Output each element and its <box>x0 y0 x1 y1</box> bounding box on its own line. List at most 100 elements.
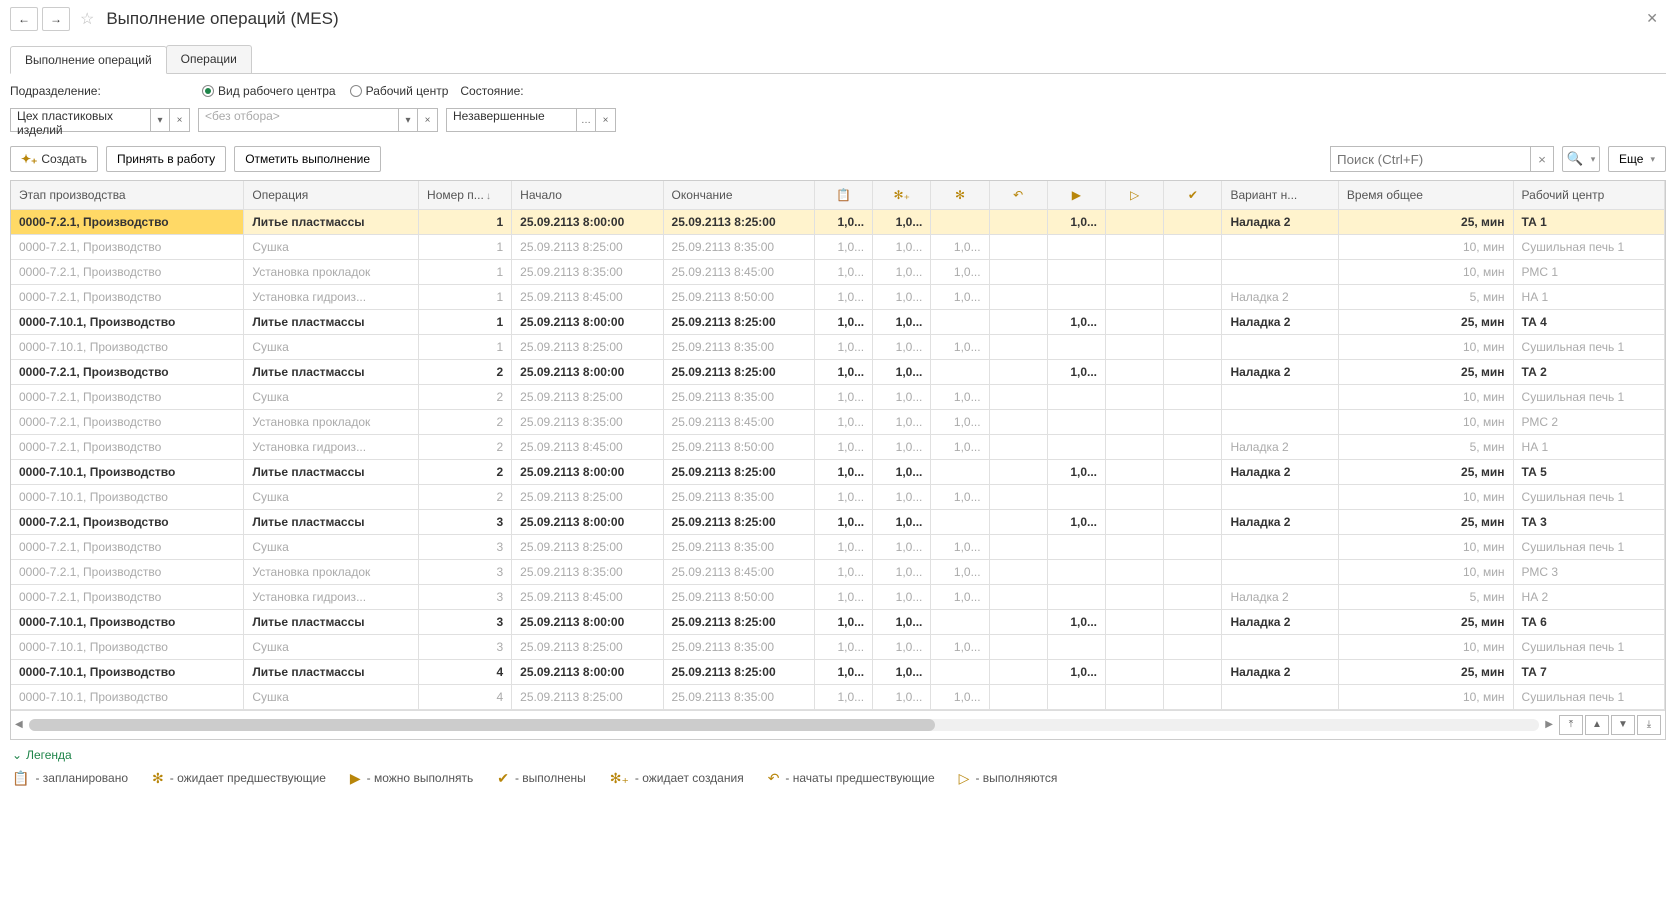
cell-time: 25, мин <box>1338 209 1513 234</box>
filter-clear-icon[interactable]: × <box>418 108 438 132</box>
search-input[interactable] <box>1330 146 1530 172</box>
back-button[interactable]: ← <box>10 7 38 31</box>
table-row[interactable]: 0000-7.2.1, ПроизводствоУстановка прокла… <box>11 259 1665 284</box>
create-button[interactable]: ✦₊ Создать <box>10 146 98 172</box>
legend-item: 📋- запланировано <box>12 770 128 787</box>
table-row[interactable]: 0000-7.10.1, ПроизводствоЛитье пластмасс… <box>11 309 1665 334</box>
cell-c2: 1,0... <box>873 409 931 434</box>
state-more-icon[interactable]: … <box>576 108 596 132</box>
radio-work-center-type[interactable]: Вид рабочего центра <box>202 84 336 98</box>
scroll-left-icon[interactable]: ◀ <box>15 719 23 730</box>
state-input[interactable]: Незавершенные <box>446 108 576 132</box>
col-done-icon[interactable]: ✔ <box>1164 181 1222 209</box>
col-can-run-icon[interactable]: ▶ <box>1047 181 1105 209</box>
legend-item: ▷- выполняются <box>959 770 1058 787</box>
cell-c2: 1,0... <box>873 559 931 584</box>
list-bottom-icon[interactable]: ⤓ <box>1637 715 1661 735</box>
tab-execution[interactable]: Выполнение операций <box>10 46 167 74</box>
scroll-right-icon[interactable]: ▶ <box>1545 719 1553 730</box>
legend-icon: ▷ <box>959 770 970 787</box>
table-row[interactable]: 0000-7.2.1, ПроизводствоУстановка прокла… <box>11 409 1665 434</box>
state-clear-icon[interactable]: × <box>596 108 616 132</box>
cell-start: 25.09.2113 8:00:00 <box>512 659 663 684</box>
table-row[interactable]: 0000-7.2.1, ПроизводствоСушка225.09.2113… <box>11 384 1665 409</box>
filter-input[interactable]: <без отбора> <box>198 108 398 132</box>
legend-toggle[interactable]: ⌄ Легенда <box>12 748 1664 762</box>
table-row[interactable]: 0000-7.10.1, ПроизводствоСушка425.09.211… <box>11 684 1665 709</box>
close-icon[interactable]: ✕ <box>1638 6 1666 31</box>
cell-c6 <box>1106 634 1164 659</box>
cell-end: 25.09.2113 8:25:00 <box>663 359 814 384</box>
search-clear-icon[interactable]: × <box>1530 146 1554 172</box>
legend-text: - ожидает создания <box>635 771 744 785</box>
cell-c5 <box>1047 434 1105 459</box>
department-dropdown-icon[interactable]: ▾ <box>150 108 170 132</box>
table-row[interactable]: 0000-7.10.1, ПроизводствоСушка225.09.211… <box>11 484 1665 509</box>
table-row[interactable]: 0000-7.2.1, ПроизводствоУстановка гидрои… <box>11 434 1665 459</box>
table-row[interactable]: 0000-7.2.1, ПроизводствоЛитье пластмассы… <box>11 359 1665 384</box>
col-stage[interactable]: Этап производства <box>11 181 244 209</box>
cell-start: 25.09.2113 8:25:00 <box>512 384 663 409</box>
scroll-track[interactable] <box>29 719 1540 731</box>
cell-c4 <box>989 384 1047 409</box>
table-row[interactable]: 0000-7.10.1, ПроизводствоЛитье пластмасс… <box>11 609 1665 634</box>
col-wc[interactable]: Рабочий центр <box>1513 181 1664 209</box>
table-row[interactable]: 0000-7.2.1, ПроизводствоЛитье пластмассы… <box>11 509 1665 534</box>
cell-c5: 1,0... <box>1047 359 1105 384</box>
col-prev-started-icon[interactable]: ↶ <box>989 181 1047 209</box>
department-clear-icon[interactable]: × <box>170 108 190 132</box>
cell-c2: 1,0... <box>873 209 931 234</box>
more-button[interactable]: Еще▾ <box>1608 146 1666 172</box>
forward-button[interactable]: → <box>42 7 70 31</box>
table-row[interactable]: 0000-7.2.1, ПроизводствоУстановка гидрои… <box>11 284 1665 309</box>
list-down-icon[interactable]: ▼ <box>1611 715 1635 735</box>
table-row[interactable]: 0000-7.10.1, ПроизводствоСушка325.09.211… <box>11 634 1665 659</box>
cell-variant: Наладка 2 <box>1222 509 1338 534</box>
list-up-icon[interactable]: ▲ <box>1585 715 1609 735</box>
cell-c5 <box>1047 584 1105 609</box>
cell-c4 <box>989 259 1047 284</box>
hscroll-bar: ◀ ▶ ⤒ ▲ ▼ ⤓ <box>11 710 1665 739</box>
cell-stage: 0000-7.2.1, Производство <box>11 284 244 309</box>
accept-button[interactable]: Принять в работу <box>106 146 226 172</box>
tab-operations[interactable]: Операции <box>166 45 252 73</box>
cell-c6 <box>1106 509 1164 534</box>
col-start[interactable]: Начало <box>512 181 663 209</box>
table-scroll[interactable]: Этап производства Операция Номер п...↓ Н… <box>11 181 1665 710</box>
radio-dot-icon <box>202 85 214 97</box>
col-running-icon[interactable]: ▷ <box>1106 181 1164 209</box>
col-await-create-icon[interactable]: ✻₊ <box>873 181 931 209</box>
cell-c6 <box>1106 459 1164 484</box>
cell-wc: НА 2 <box>1513 584 1664 609</box>
col-await-prev-icon[interactable]: ✻ <box>931 181 989 209</box>
table-row[interactable]: 0000-7.10.1, ПроизводствоЛитье пластмасс… <box>11 459 1665 484</box>
cell-c5 <box>1047 409 1105 434</box>
department-input[interactable]: Цех пластиковых изделий <box>10 108 150 132</box>
cell-c3: 1,0... <box>931 559 989 584</box>
table-row[interactable]: 0000-7.2.1, ПроизводствоУстановка прокла… <box>11 559 1665 584</box>
col-operation[interactable]: Операция <box>244 181 419 209</box>
list-top-icon[interactable]: ⤒ <box>1559 715 1583 735</box>
table-row[interactable]: 0000-7.2.1, ПроизводствоУстановка гидрои… <box>11 584 1665 609</box>
table-row[interactable]: 0000-7.2.1, ПроизводствоСушка325.09.2113… <box>11 534 1665 559</box>
table-row[interactable]: 0000-7.10.1, ПроизводствоСушка125.09.211… <box>11 334 1665 359</box>
filter-dropdown-icon[interactable]: ▾ <box>398 108 418 132</box>
cell-wc: Сушильная печь 1 <box>1513 634 1664 659</box>
table-row[interactable]: 0000-7.2.1, ПроизводствоСушка125.09.2113… <box>11 234 1665 259</box>
table-row[interactable]: 0000-7.10.1, ПроизводствоЛитье пластмасс… <box>11 659 1665 684</box>
mark-done-button[interactable]: Отметить выполнение <box>234 146 381 172</box>
cell-c7 <box>1164 684 1222 709</box>
col-num[interactable]: Номер п...↓ <box>419 181 512 209</box>
table-row[interactable]: 0000-7.2.1, ПроизводствоЛитье пластмассы… <box>11 209 1665 234</box>
col-end[interactable]: Окончание <box>663 181 814 209</box>
col-planned-icon[interactable]: 📋 <box>814 181 872 209</box>
radio-work-center[interactable]: Рабочий центр <box>350 84 449 98</box>
cell-time: 10, мин <box>1338 484 1513 509</box>
col-time[interactable]: Время общее <box>1338 181 1513 209</box>
search-button[interactable]: 🔍▾ <box>1562 146 1600 172</box>
cell-c3: 1,0... <box>931 434 989 459</box>
scroll-thumb[interactable] <box>29 719 935 731</box>
cell-time: 10, мин <box>1338 259 1513 284</box>
col-variant[interactable]: Вариант н... <box>1222 181 1338 209</box>
favorite-star-icon[interactable]: ☆ <box>80 9 94 29</box>
